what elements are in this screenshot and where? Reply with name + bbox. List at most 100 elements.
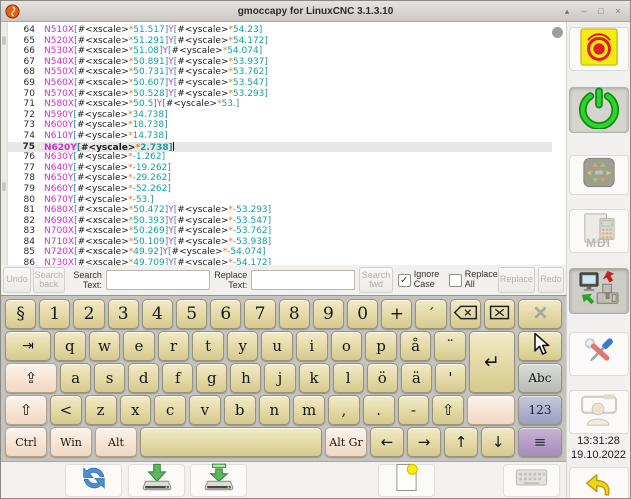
pointer-key[interactable]	[518, 331, 562, 361]
key-s[interactable]: s	[94, 363, 125, 393]
key-k[interactable]: k	[299, 363, 330, 393]
code-line-64[interactable]: 64N510X[#<xscale>*51.517]Y[#<yscale>*54.…	[8, 25, 552, 36]
key-b[interactable]: b	[224, 395, 256, 425]
tab-key[interactable]: ⇥	[5, 331, 51, 361]
code-line-65[interactable]: 65N520X[#<xscale>*51.291]Y[#<yscale>*54.…	[8, 36, 552, 47]
key-d[interactable]: d	[128, 363, 159, 393]
code-line-75[interactable]: 75N620Y[#<yscale>*2.738]	[8, 142, 552, 153]
key-n[interactable]: n	[259, 395, 291, 425]
reload-button[interactable]	[65, 464, 122, 497]
shade-button[interactable]: ▴	[560, 5, 574, 18]
key-h[interactable]: h	[230, 363, 261, 393]
diaeresis-key[interactable]: ¨	[434, 331, 466, 361]
manual-mode-button[interactable]	[569, 155, 629, 195]
code-line-71[interactable]: 71N580X[#<xscale>*50.5]Y[#<yscale>*53.]	[8, 99, 552, 110]
key-x[interactable]: x	[120, 395, 152, 425]
code-line-69[interactable]: 69N560X[#<xscale>*50.607]Y[#<yscale>*53.…	[8, 78, 552, 89]
replace-all-checkbox[interactable]	[449, 274, 462, 287]
code-line-83[interactable]: 83N700X[#<xscale>*50.269]Y[#<yscale>*-53…	[8, 226, 552, 237]
code-line-67[interactable]: 67N540X[#<xscale>*50.891]Y[#<yscale>*53.…	[8, 57, 552, 68]
code-line-85[interactable]: 85N720X[#<xscale>*49.92]Y[#<yscale>*-54.…	[8, 247, 552, 258]
search-forward-button[interactable]: Search fwd	[359, 267, 392, 293]
key-o[interactable]: o	[331, 331, 363, 361]
arrow-down-key[interactable]: ↓	[481, 427, 515, 457]
altgr-key[interactable]: Alt Gr	[325, 427, 367, 457]
key-l[interactable]: l	[333, 363, 364, 393]
key-f[interactable]: f	[162, 363, 193, 393]
key-ö[interactable]: ö	[367, 363, 398, 393]
enter-key[interactable]: ↵	[469, 331, 515, 393]
edit-mode-button[interactable]	[569, 268, 629, 314]
alt-key[interactable]: Alt	[95, 427, 137, 457]
key-3[interactable]: 3	[108, 299, 139, 329]
undo-button[interactable]: Undo	[3, 267, 31, 293]
blank-key[interactable]	[467, 395, 515, 425]
search-text-input[interactable]	[106, 270, 210, 290]
hide-keyboard-key[interactable]	[518, 299, 562, 329]
key-1[interactable]: 1	[39, 299, 70, 329]
key-4[interactable]: 4	[142, 299, 173, 329]
keyboard-toggle-button[interactable]	[503, 464, 560, 497]
key-p[interactable]: p	[365, 331, 397, 361]
mdi-mode-button[interactable]: MDI	[569, 209, 629, 253]
numeric-layout-key[interactable]: 123	[518, 395, 562, 425]
ignore-case-checkbox[interactable]: ✓	[398, 274, 411, 287]
abc-layout-key[interactable]: Abc	[518, 363, 562, 393]
code-line-79[interactable]: 79N660Y[#<yscale>*-52.262]	[8, 184, 552, 195]
key-6[interactable]: 6	[210, 299, 241, 329]
key-z[interactable]: z	[85, 395, 117, 425]
code-line-81[interactable]: 81N680X[#<xscale>*50.472]Y[#<yscale>*-53…	[8, 205, 552, 216]
key-q[interactable]: q	[54, 331, 86, 361]
machine-on-button[interactable]	[569, 87, 629, 133]
maximize-button[interactable]: □	[594, 5, 608, 18]
code-line-82[interactable]: 82N690X[#<xscale>*50.393]Y[#<yscale>*-53…	[8, 216, 552, 227]
delete-key[interactable]	[484, 299, 515, 329]
shift-right-key[interactable]: ⇧	[432, 395, 464, 425]
key-8[interactable]: 8	[279, 299, 310, 329]
key-m[interactable]: m	[293, 395, 325, 425]
key-w[interactable]: w	[89, 331, 121, 361]
code-line-72[interactable]: 72N590Y[#<yscale>*34.738]	[8, 110, 552, 121]
code-line-84[interactable]: 84N710X[#<xscale>*50.109]Y[#<yscale>*-53…	[8, 237, 552, 248]
arrow-right-key[interactable]: →	[407, 427, 441, 457]
redo-button[interactable]: Redo	[538, 267, 564, 293]
minus-key[interactable]: -	[398, 395, 430, 425]
code-line-80[interactable]: 80N670Y[#<yscale>*-53.]	[8, 195, 552, 206]
key-ä[interactable]: ä	[401, 363, 432, 393]
key-a[interactable]: a	[60, 363, 91, 393]
caps-lock-key[interactable]: ⇪	[5, 363, 57, 393]
save-button[interactable]	[128, 464, 185, 497]
code-line-66[interactable]: 66N530X[#<xscale>*51.08]Y[#<yscale>*54.0…	[8, 46, 552, 57]
code-line-73[interactable]: 73N600Y[#<yscale>*18.738]	[8, 120, 552, 131]
key-i[interactable]: i	[296, 331, 328, 361]
editor-scrollbar-thumb[interactable]	[552, 27, 563, 38]
code-line-70[interactable]: 70N570X[#<xscale>*50.528]Y[#<yscale>*53.…	[8, 89, 552, 100]
key-r[interactable]: r	[158, 331, 190, 361]
backspace-key[interactable]	[450, 299, 481, 329]
code-line-76[interactable]: 76N630Y[#<yscale>*-1.262]	[8, 152, 552, 163]
period-key[interactable]: .	[363, 395, 395, 425]
plus-key[interactable]: +	[381, 299, 412, 329]
key-2[interactable]: 2	[73, 299, 104, 329]
key-9[interactable]: 9	[313, 299, 344, 329]
estop-button[interactable]	[569, 27, 629, 71]
key-g[interactable]: g	[196, 363, 227, 393]
key-j[interactable]: j	[264, 363, 295, 393]
replace-text-input[interactable]	[251, 270, 355, 290]
close-button[interactable]: ×	[611, 5, 625, 18]
section-key[interactable]: §	[5, 299, 36, 329]
key-0[interactable]: 0	[347, 299, 378, 329]
key-t[interactable]: t	[192, 331, 224, 361]
new-file-button[interactable]	[378, 464, 435, 497]
settings-button[interactable]	[569, 332, 629, 376]
acute-key[interactable]: ´	[415, 299, 446, 329]
minimize-button[interactable]: –	[577, 5, 591, 18]
key-7[interactable]: 7	[244, 299, 275, 329]
key-y[interactable]: y	[227, 331, 259, 361]
key-v[interactable]: v	[189, 395, 221, 425]
ctrl-key[interactable]: Ctrl	[5, 427, 47, 457]
key-e[interactable]: e	[123, 331, 155, 361]
code-line-77[interactable]: 77N640Y[#<yscale>*-19.262]	[8, 163, 552, 174]
arrow-up-key[interactable]: ↑	[444, 427, 478, 457]
arrow-left-key[interactable]: ←	[370, 427, 404, 457]
